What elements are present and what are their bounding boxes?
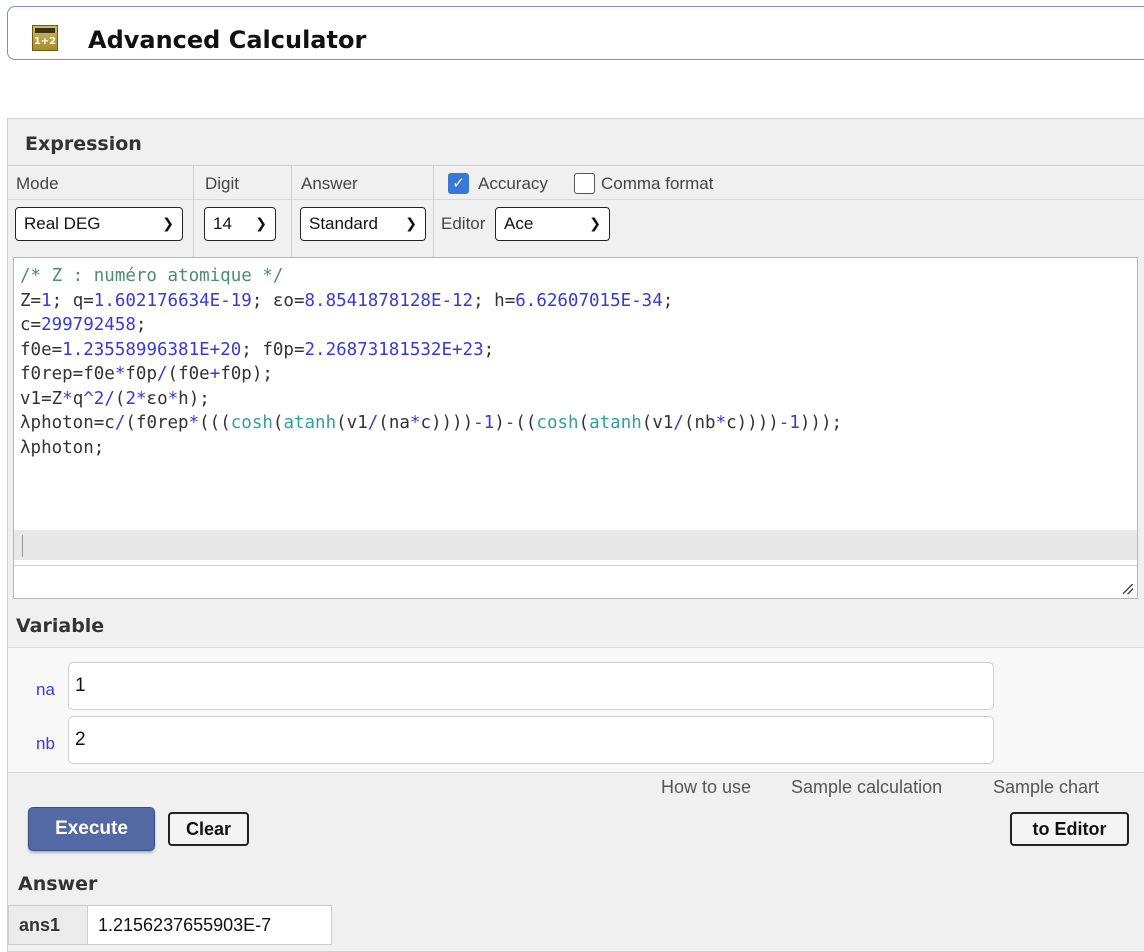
digit-select-value: 14	[213, 214, 232, 233]
text-cursor	[22, 535, 23, 557]
code-line: Z=1; q=1.602176634E-19; εo=8.8541878128E…	[20, 290, 674, 311]
column-divider	[193, 166, 194, 260]
answer-section-title: Answer	[18, 873, 98, 895]
expression-editor[interactable]: /* Z : numéro atomique */ Z=1; q=1.602176…	[13, 257, 1138, 599]
answer-format-select-value: Standard	[309, 214, 378, 233]
variable-name-na: na	[36, 680, 55, 699]
chevron-down-icon: ❯	[589, 216, 601, 232]
code-line: f0e=1.23558996381E+20; f0p=2.26873181532…	[20, 339, 495, 360]
divider	[8, 199, 1144, 200]
code-line: λphoton;	[20, 437, 105, 458]
code-line: c=299792458;	[20, 315, 147, 335]
code-line: λphoton=c/(f0rep*(((cosh(atanh(v1/(na*c)…	[20, 413, 843, 433]
comma-format-checkbox[interactable]	[574, 173, 595, 194]
execute-button[interactable]: Execute	[28, 807, 155, 851]
mode-label: Mode	[16, 174, 59, 193]
mode-select[interactable]: Real DEG ❯	[15, 207, 183, 241]
code-line: /* Z : numéro atomique */	[20, 266, 284, 286]
answer-row: ans1 1.2156237655903E-7	[8, 905, 332, 945]
answer-value: 1.2156237655903E-7	[88, 905, 332, 945]
page-title: Advanced Calculator	[88, 26, 367, 54]
clear-button[interactable]: Clear	[168, 812, 249, 846]
accuracy-label: Accuracy	[478, 174, 548, 193]
how-to-use-link[interactable]: How to use	[661, 777, 751, 798]
editor-select-value: Ace	[504, 214, 534, 233]
editor-select[interactable]: Ace ❯	[495, 207, 610, 241]
digit-select[interactable]: 14 ❯	[204, 207, 276, 241]
variable-input-nb[interactable]: 2	[68, 716, 994, 764]
answer-format-select[interactable]: Standard ❯	[300, 207, 426, 241]
variable-input-na[interactable]: 1	[68, 662, 994, 710]
column-divider	[291, 166, 292, 260]
title-bar: 1+2 Advanced Calculator	[7, 6, 1144, 60]
divider	[14, 565, 1137, 566]
calculator-icon: 1+2	[32, 25, 58, 51]
code-line: f0rep=f0e*f0p/(f0e+f0p);	[20, 364, 273, 384]
expression-section-title: Expression	[25, 133, 142, 155]
chevron-down-icon: ❯	[255, 216, 267, 232]
sample-chart-link[interactable]: Sample chart	[993, 777, 1099, 798]
editor-label: Editor	[441, 214, 486, 233]
resize-handle-icon[interactable]	[1123, 584, 1133, 594]
column-divider	[433, 166, 434, 260]
calculator-panel: Expression Mode Digit Answer ✓ Accuracy …	[7, 118, 1144, 952]
digit-label: Digit	[205, 174, 240, 193]
editor-active-line	[14, 530, 1137, 560]
variable-section-title: Variable	[16, 615, 105, 637]
variable-list: na 1 nb 2	[8, 647, 1144, 773]
to-editor-button[interactable]: to Editor	[1010, 812, 1129, 846]
code-lines: /* Z : numéro atomique */ Z=1; q=1.602176…	[20, 264, 842, 460]
answer-name: ans1	[8, 905, 88, 945]
chevron-down-icon: ❯	[162, 216, 174, 232]
mode-select-value: Real DEG	[24, 214, 101, 233]
accuracy-checkbox[interactable]: ✓	[448, 173, 469, 194]
comma-format-label: Comma format	[601, 174, 714, 193]
checkmark-icon: ✓	[452, 174, 465, 192]
sample-calculation-link[interactable]: Sample calculation	[791, 777, 942, 798]
divider	[8, 165, 1144, 166]
chevron-down-icon: ❯	[405, 216, 417, 232]
variable-name-nb: nb	[36, 734, 55, 753]
answer-format-label: Answer	[301, 174, 358, 193]
code-line: v1=Z*q^2/(2*εo*h);	[20, 388, 210, 409]
